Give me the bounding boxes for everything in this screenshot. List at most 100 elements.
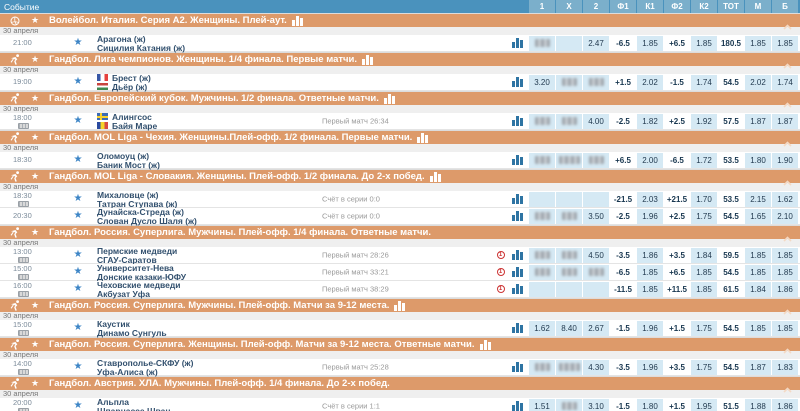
odds-cell-1[interactable]: 1.51 [529,399,555,411]
match-row[interactable]: 20:30★Дунайска-Стреда (ж)Слован Дусло Ша… [0,208,800,225]
odds-cell-М[interactable]: 1.87 [745,114,771,129]
odds-cell-2[interactable]: 4.00 [583,114,609,129]
odds-cell-1[interactable] [529,265,555,280]
league-header[interactable]: ★Волейбол. Италия. Серия А2. Женщины. Пл… [0,14,800,27]
league-header[interactable]: ★Гандбол. Россия. Суперлига. Мужчины. Пл… [0,226,800,239]
odds-cell-К1[interactable]: 1.85 [637,265,663,280]
match-stats-chart-icon[interactable] [507,284,528,294]
league-header[interactable]: ★Гандбол. Россия. Суперлига. Мужчины. Пл… [0,299,800,312]
odds-cell-Б[interactable]: 1.62 [772,192,798,207]
favorite-star-icon[interactable]: ★ [71,211,85,221]
match-row[interactable]: 15:00★КаустикДинамо Сунгуль1.628.402.67-… [0,320,800,337]
odds-cell-К1[interactable]: 1.85 [637,282,663,297]
favorite-star-icon[interactable]: ★ [71,267,85,277]
odds-cell-М[interactable]: 1.85 [745,321,771,336]
odds-cell-Ф1[interactable]: -6.5 [610,36,636,51]
odds-cell-М[interactable]: 2.02 [745,75,771,90]
match-stats-chart-icon[interactable] [507,38,528,48]
info-icon[interactable]: 1 [497,268,505,276]
match-row[interactable]: 16:00★Чеховские медведиАкбузат УфаПервый… [0,281,800,298]
odds-cell-К2[interactable]: 1.75 [691,209,717,224]
odds-cell-Ф2[interactable]: +6.5 [664,36,690,51]
match-stats-chart-icon[interactable] [507,211,528,221]
odds-cell-Б[interactable]: 1.86 [772,282,798,297]
odds-cell-X[interactable] [556,399,582,411]
odds-cell-ТОТ[interactable]: 59.5 [718,248,744,263]
odds-cell-1[interactable]: 3.20 [529,75,555,90]
odds-cell-К1[interactable]: 1.82 [637,114,663,129]
odds-cell-Б[interactable]: 1.85 [772,265,798,280]
odds-cell-Ф2[interactable]: +1.5 [664,321,690,336]
odds-cell-1[interactable] [529,360,555,375]
collapse-chevron-up-icon[interactable] [783,17,792,35]
odds-cell-ТОТ[interactable]: 54.5 [718,321,744,336]
league-header[interactable]: ★Гандбол. Европейский кубок. Мужчины. 1/… [0,92,800,105]
odds-cell-М[interactable]: 1.85 [745,265,771,280]
odds-cell-X[interactable] [556,75,582,90]
odds-cell-М[interactable]: 1.85 [745,36,771,51]
league-header[interactable]: ★Гандбол. Россия. Суперлига. Женщины. Пл… [0,338,800,351]
odds-cell-К2[interactable]: 1.75 [691,321,717,336]
favorite-star-icon[interactable]: ★ [71,284,85,294]
favorite-star-icon[interactable]: ★ [71,250,85,260]
odds-cell-Ф2[interactable]: +21.5 [664,192,690,207]
odds-cell-2[interactable]: 3.10 [583,399,609,411]
odds-cell-Ф1[interactable]: -11.5 [610,282,636,297]
collapse-chevron-up-icon[interactable] [783,341,792,359]
league-stats-chart-icon[interactable] [384,94,396,104]
odds-cell-Б[interactable]: 1.74 [772,75,798,90]
odds-cell-Ф1[interactable]: +1.5 [610,75,636,90]
match-row[interactable]: 14:00★Ставрополье-СКФУ (ж)Уфа-Алиса (ж)П… [0,359,800,376]
league-header[interactable]: ★Гандбол. MOL Liga - Словакия. Женщины. … [0,170,800,183]
odds-cell-ТОТ[interactable]: 57.5 [718,114,744,129]
odds-cell-Ф2[interactable]: +3.5 [664,248,690,263]
odds-cell-К1[interactable]: 1.85 [637,36,663,51]
favorite-league-star-icon[interactable]: ★ [30,339,40,350]
match-stats-chart-icon[interactable] [507,401,528,411]
odds-cell-К2[interactable]: 1.75 [691,360,717,375]
odds-cell-К2[interactable]: 1.72 [691,153,717,168]
favorite-star-icon[interactable]: ★ [71,38,85,48]
favorite-star-icon[interactable]: ★ [71,77,85,87]
odds-cell-К1[interactable]: 2.03 [637,192,663,207]
odds-cell-X[interactable] [556,248,582,263]
odds-cell-М[interactable]: 1.85 [745,248,771,263]
collapse-chevron-up-icon[interactable] [783,229,792,247]
favorite-league-star-icon[interactable]: ★ [30,378,40,389]
odds-cell-2[interactable] [583,153,609,168]
match-stats-chart-icon[interactable] [507,194,528,204]
odds-cell-Б[interactable]: 1.90 [772,153,798,168]
odds-cell-Ф1[interactable]: -3.5 [610,360,636,375]
league-stats-chart-icon[interactable] [417,133,429,143]
league-stats-chart-icon[interactable] [430,172,442,182]
match-row[interactable]: 15:00★Университет-НеваДонские казаки-ЮФУ… [0,264,800,281]
match-stats-chart-icon[interactable] [507,116,528,126]
odds-cell-Б[interactable]: 2.10 [772,209,798,224]
favorite-league-star-icon[interactable]: ★ [30,132,40,143]
odds-cell-Ф1[interactable]: -6.5 [610,265,636,280]
match-row[interactable]: 18:00★АлингсосБайя МареПервый матч 26:34… [0,113,800,130]
favorite-star-icon[interactable]: ★ [71,401,85,411]
odds-cell-ТОТ[interactable]: 53.5 [718,192,744,207]
odds-cell-Ф1[interactable]: -1.5 [610,321,636,336]
odds-cell-1[interactable] [529,36,555,51]
match-row[interactable]: 21:00★Арагона (ж)Сицилия Катания (ж)2.47… [0,35,800,52]
league-header[interactable]: ★Гандбол. Лига чемпионов. Женщины. 1/4 ф… [0,53,800,66]
match-row[interactable]: 18:30★Оломоуц (ж)Баник Мост (ж)+6.52.00-… [0,152,800,169]
league-header[interactable]: ★Гандбол. MOL Liga - Чехия. Женщины.Плей… [0,131,800,144]
collapse-chevron-up-icon[interactable] [783,173,792,191]
odds-cell-Ф1[interactable]: -21.5 [610,192,636,207]
odds-cell-2[interactable]: 4.30 [583,360,609,375]
league-stats-chart-icon[interactable] [362,55,374,65]
odds-cell-М[interactable]: 1.65 [745,209,771,224]
odds-cell-К2[interactable]: 1.84 [691,248,717,263]
odds-cell-1[interactable]: 1.62 [529,321,555,336]
odds-cell-X[interactable] [556,153,582,168]
odds-cell-М[interactable]: 1.87 [745,360,771,375]
league-header[interactable]: ★Гандбол. Австрия. ХЛА. Мужчины. Плей-оф… [0,377,800,390]
odds-cell-К1[interactable]: 1.96 [637,321,663,336]
odds-cell-2[interactable] [583,75,609,90]
favorite-league-star-icon[interactable]: ★ [30,93,40,104]
odds-cell-Ф2[interactable]: +6.5 [664,265,690,280]
odds-cell-Б[interactable]: 1.85 [772,248,798,263]
